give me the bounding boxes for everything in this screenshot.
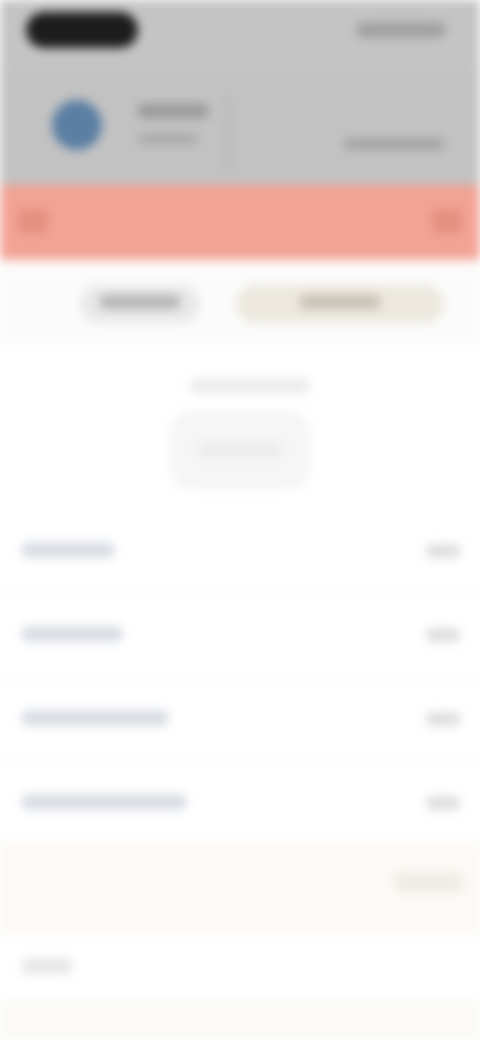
list-item-value [426, 796, 460, 810]
avatar[interactable] [52, 100, 102, 150]
list-item-label [22, 626, 122, 642]
summary-card [150, 350, 330, 500]
list-item-value [426, 544, 460, 558]
list-item-label [22, 710, 168, 726]
profile-name [138, 104, 208, 118]
segment-right-label [300, 295, 380, 309]
notice-panel [0, 842, 480, 934]
list-item-label [22, 794, 186, 810]
status-bar [0, 0, 480, 70]
status-pill [26, 12, 138, 48]
settings-list [0, 510, 480, 846]
summary-value [198, 442, 282, 458]
list-item[interactable] [0, 678, 480, 762]
profile-subtitle [138, 134, 198, 144]
list-item[interactable] [0, 510, 480, 594]
status-indicators [356, 22, 446, 38]
notice-button[interactable] [394, 872, 464, 892]
list-item[interactable] [0, 594, 480, 678]
list-item[interactable] [0, 762, 480, 846]
header-right-text [344, 138, 444, 150]
summary-heading [190, 378, 310, 394]
footer-label [22, 958, 72, 974]
menu-button[interactable] [432, 209, 462, 233]
divider [226, 94, 228, 174]
list-item-label [22, 542, 114, 558]
page-title [200, 213, 280, 231]
bottom-strip [0, 998, 480, 1040]
segment-selector [0, 265, 480, 345]
list-item-value [426, 712, 460, 726]
segment-left-label [100, 295, 180, 309]
title-bar [0, 185, 480, 260]
list-item-value [426, 628, 460, 642]
back-button[interactable] [18, 209, 48, 233]
footer-row[interactable] [0, 934, 480, 998]
profile-header [0, 70, 480, 185]
